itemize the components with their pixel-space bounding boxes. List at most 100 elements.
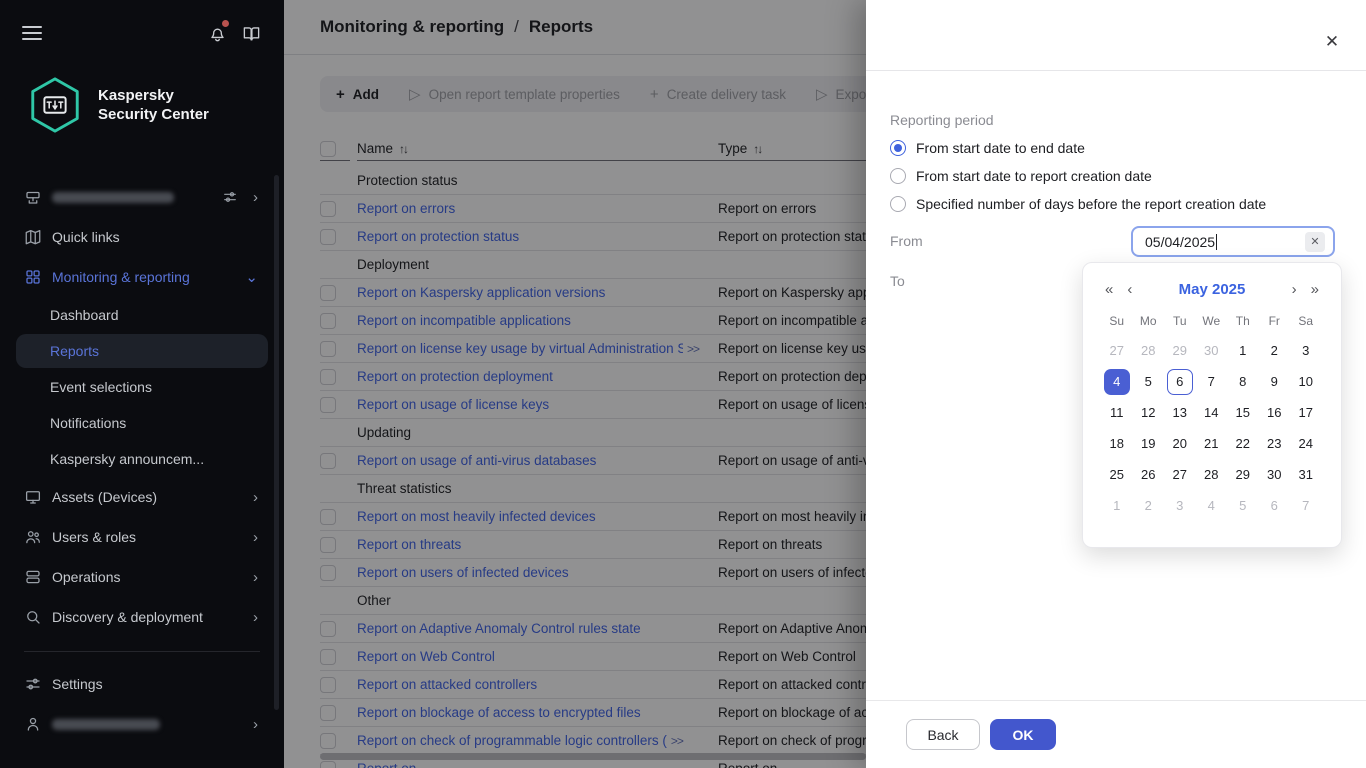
chevron-right-icon: ›: [253, 190, 258, 205]
sidebar-item-label: Operations: [52, 569, 120, 585]
close-icon[interactable]: ✕: [1322, 32, 1342, 52]
calendar-day[interactable]: 13: [1164, 397, 1196, 428]
calendar-day[interactable]: 5: [1227, 490, 1259, 521]
server-settings-sliders-icon[interactable]: [222, 189, 238, 205]
radio-selected-icon[interactable]: [890, 140, 906, 156]
brand-line-2: Security Center: [98, 105, 209, 125]
radio-label: From start date to report creation date: [916, 168, 1152, 184]
calendar-day[interactable]: 27: [1101, 335, 1133, 366]
clear-input-icon[interactable]: ✕: [1305, 232, 1325, 252]
reporting-period-radio-1[interactable]: From start date to report creation date: [890, 162, 1266, 190]
sidebar-item-label: Users & roles: [52, 529, 136, 545]
calendar-day[interactable]: 19: [1133, 428, 1165, 459]
calendar-day[interactable]: 7: [1196, 366, 1228, 397]
reporting-period-radio-2[interactable]: Specified number of days before the repo…: [890, 190, 1266, 218]
calendar-prev-year-button[interactable]: «: [1101, 281, 1117, 298]
sidebar-item-announcements[interactable]: Kaspersky announcem...: [0, 441, 284, 477]
weekday-label: Sa: [1290, 314, 1322, 328]
calendar-prev-month-button[interactable]: ‹: [1123, 281, 1136, 298]
calendar-day[interactable]: 1: [1227, 335, 1259, 366]
calendar-day[interactable]: 18: [1101, 428, 1133, 459]
calendar-day-selected[interactable]: 4: [1101, 366, 1133, 397]
radio-label: From start date to end date: [916, 140, 1085, 156]
from-date-value: 05/04/2025: [1145, 234, 1215, 250]
calendar-day[interactable]: 23: [1259, 428, 1291, 459]
calendar-day[interactable]: 4: [1196, 490, 1228, 521]
sidebar-item-account[interactable]: ›: [0, 704, 284, 744]
sidebar-item-quick-links[interactable]: Quick links: [0, 217, 284, 257]
calendar-day[interactable]: 26: [1133, 459, 1165, 490]
calendar-next-month-button[interactable]: ›: [1288, 281, 1301, 298]
calendar-day[interactable]: 14: [1196, 397, 1228, 428]
sidebar-item-users-roles[interactable]: Users & roles ›: [0, 517, 284, 557]
calendar-day[interactable]: 3: [1290, 335, 1322, 366]
calendar-day[interactable]: 16: [1259, 397, 1291, 428]
calendar-day[interactable]: 17: [1290, 397, 1322, 428]
chevron-down-icon: ⌄: [245, 270, 258, 285]
sidebar-item-operations[interactable]: Operations ›: [0, 557, 284, 597]
brand-line-1: Kaspersky: [98, 86, 209, 106]
calendar-day[interactable]: 8: [1227, 366, 1259, 397]
sidebar-item-settings[interactable]: Settings: [0, 664, 284, 704]
calendar-day[interactable]: 29: [1164, 335, 1196, 366]
weekday-label: Su: [1101, 314, 1133, 328]
calendar-day[interactable]: 3: [1164, 490, 1196, 521]
calendar-day[interactable]: 25: [1101, 459, 1133, 490]
calendar-day[interactable]: 27: [1164, 459, 1196, 490]
calendar-day-today[interactable]: 6: [1164, 366, 1196, 397]
calendar-day[interactable]: 21: [1196, 428, 1228, 459]
calendar-day[interactable]: 31: [1290, 459, 1322, 490]
to-label: To: [890, 273, 905, 289]
panel-header-divider: [866, 70, 1366, 71]
calendar-day[interactable]: 12: [1133, 397, 1165, 428]
calendar-next-year-button[interactable]: »: [1307, 281, 1323, 298]
calendar-month-title[interactable]: May 2025: [1136, 281, 1287, 298]
sidebar-item-label: Quick links: [52, 229, 120, 245]
sidebar-item-discovery-deployment[interactable]: Discovery & deployment ›: [0, 597, 284, 637]
calendar-day[interactable]: 7: [1290, 490, 1322, 521]
notification-dot: [222, 20, 229, 27]
calendar-day[interactable]: 30: [1259, 459, 1291, 490]
calendar-day[interactable]: 9: [1259, 366, 1291, 397]
sidebar-item-server[interactable]: ›: [0, 177, 284, 217]
weekday-label: Tu: [1164, 314, 1196, 328]
notifications-bell-icon[interactable]: [206, 22, 228, 44]
calendar-day[interactable]: 10: [1290, 366, 1322, 397]
chevron-right-icon: ›: [253, 570, 258, 585]
calendar-day[interactable]: 29: [1227, 459, 1259, 490]
calendar-day[interactable]: 30: [1196, 335, 1228, 366]
sidebar-item-assets[interactable]: Assets (Devices) ›: [0, 477, 284, 517]
from-date-input[interactable]: 05/04/2025 ✕: [1131, 226, 1335, 257]
sidebar-item-dashboard[interactable]: Dashboard: [0, 297, 284, 333]
sidebar: Kaspersky Security Center › Quick links: [0, 0, 284, 768]
help-book-icon[interactable]: [240, 22, 262, 44]
server-name-redacted: [52, 192, 174, 203]
calendar-day[interactable]: 28: [1196, 459, 1228, 490]
calendar-day[interactable]: 15: [1227, 397, 1259, 428]
weekday-label: Mo: [1133, 314, 1165, 328]
reporting-period-radio-0[interactable]: From start date to end date: [890, 134, 1266, 162]
sidebar-item-notifications[interactable]: Notifications: [0, 405, 284, 441]
radio-unselected-icon[interactable]: [890, 168, 906, 184]
back-button[interactable]: Back: [906, 719, 980, 750]
calendar-day[interactable]: 22: [1227, 428, 1259, 459]
calendar-day[interactable]: 1: [1101, 490, 1133, 521]
ok-button[interactable]: OK: [990, 719, 1056, 750]
sidebar-item-event-selections[interactable]: Event selections: [0, 369, 284, 405]
menu-hamburger-icon[interactable]: [22, 26, 42, 40]
calendar-day[interactable]: 6: [1259, 490, 1291, 521]
sidebar-scrollbar[interactable]: [274, 175, 279, 710]
calendar-day[interactable]: 2: [1133, 490, 1165, 521]
calendar-day[interactable]: 20: [1164, 428, 1196, 459]
calendar-day[interactable]: 2: [1259, 335, 1291, 366]
calendar-day[interactable]: 24: [1290, 428, 1322, 459]
sidebar-item-reports[interactable]: Reports: [0, 333, 284, 369]
calendar-day[interactable]: 11: [1101, 397, 1133, 428]
sidebar-item-label: Reports: [50, 343, 99, 359]
panel-footer: Back OK: [866, 700, 1366, 768]
calendar-day[interactable]: 28: [1133, 335, 1165, 366]
sidebar-item-label: Settings: [52, 676, 103, 692]
radio-unselected-icon[interactable]: [890, 196, 906, 212]
sidebar-item-monitoring-reporting[interactable]: Monitoring & reporting ⌄: [0, 257, 284, 297]
calendar-day[interactable]: 5: [1133, 366, 1165, 397]
